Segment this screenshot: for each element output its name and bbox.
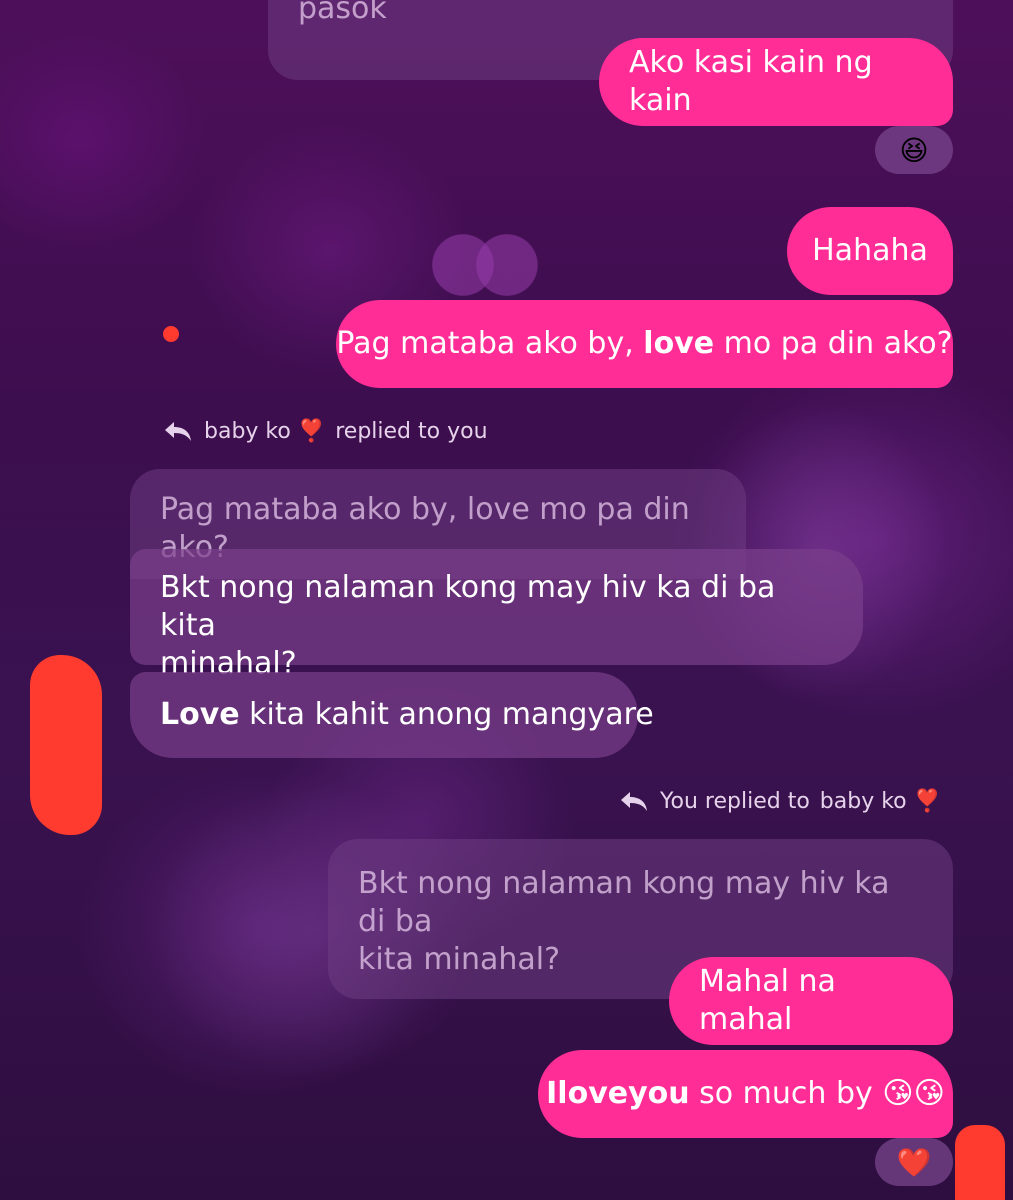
reply-indicator: You replied to baby ko ❣️ bbox=[618, 788, 941, 814]
quoted-message-text-line: Bkt nong nalaman kong may hiv ka di ba bbox=[358, 866, 890, 939]
red-dot-marker bbox=[163, 326, 179, 342]
heart-emoji-icon: ❤️ bbox=[896, 1145, 932, 1179]
redaction-mark bbox=[30, 655, 102, 835]
message-bold-text: love bbox=[643, 326, 715, 361]
message-text: Ako kasi kain ng kain bbox=[629, 45, 873, 118]
laughing-emoji-icon: 😆 bbox=[899, 133, 929, 167]
quoted-message-text: pasok bbox=[298, 0, 387, 26]
message-text-part: Pag mataba ako by, bbox=[336, 326, 644, 361]
outgoing-message[interactable]: Iloveyou so much by 😘😘 bbox=[538, 1050, 953, 1138]
message-text-line: Bkt nong nalaman kong may hiv ka di ba k… bbox=[160, 570, 776, 643]
message-text-part: mo pa din ako? bbox=[714, 326, 953, 361]
redaction-mark bbox=[955, 1125, 1005, 1200]
reply-recipient-name: baby ko ❣️ bbox=[819, 788, 942, 814]
reply-arrow-icon bbox=[618, 788, 650, 814]
message-bold-text: Iloveyou bbox=[546, 1076, 690, 1111]
message-text: Mahal na mahal bbox=[699, 964, 836, 1037]
outgoing-message[interactable]: Mahal na mahal bbox=[669, 957, 953, 1045]
message-text: Hahaha bbox=[812, 233, 928, 268]
message-bold-text: Love bbox=[160, 697, 240, 732]
outgoing-message[interactable]: Hahaha bbox=[787, 207, 953, 295]
reply-indicator: baby ko ❣️ replied to you bbox=[162, 418, 488, 444]
outgoing-message[interactable]: Ako kasi kain ng kain bbox=[599, 38, 953, 126]
message-text-part: so much by 😘😘 bbox=[689, 1076, 945, 1111]
message-reaction[interactable]: ❤️ bbox=[875, 1138, 953, 1186]
reply-sender-name: baby ko ❣️ bbox=[204, 418, 326, 444]
outgoing-message[interactable]: Pag mataba ako by, love mo pa din ako? bbox=[336, 300, 953, 388]
message-text-part: kita kahit anong mangyare bbox=[239, 697, 654, 732]
reply-note-text: You replied to bbox=[660, 788, 810, 814]
incoming-message[interactable]: Love kita kahit anong mangyare bbox=[130, 672, 654, 758]
message-reaction[interactable]: 😆 bbox=[875, 126, 953, 174]
incoming-message[interactable]: Bkt nong nalaman kong may hiv ka di ba k… bbox=[130, 549, 863, 681]
reply-note-text: replied to you bbox=[335, 418, 488, 444]
reply-arrow-icon bbox=[162, 418, 194, 444]
